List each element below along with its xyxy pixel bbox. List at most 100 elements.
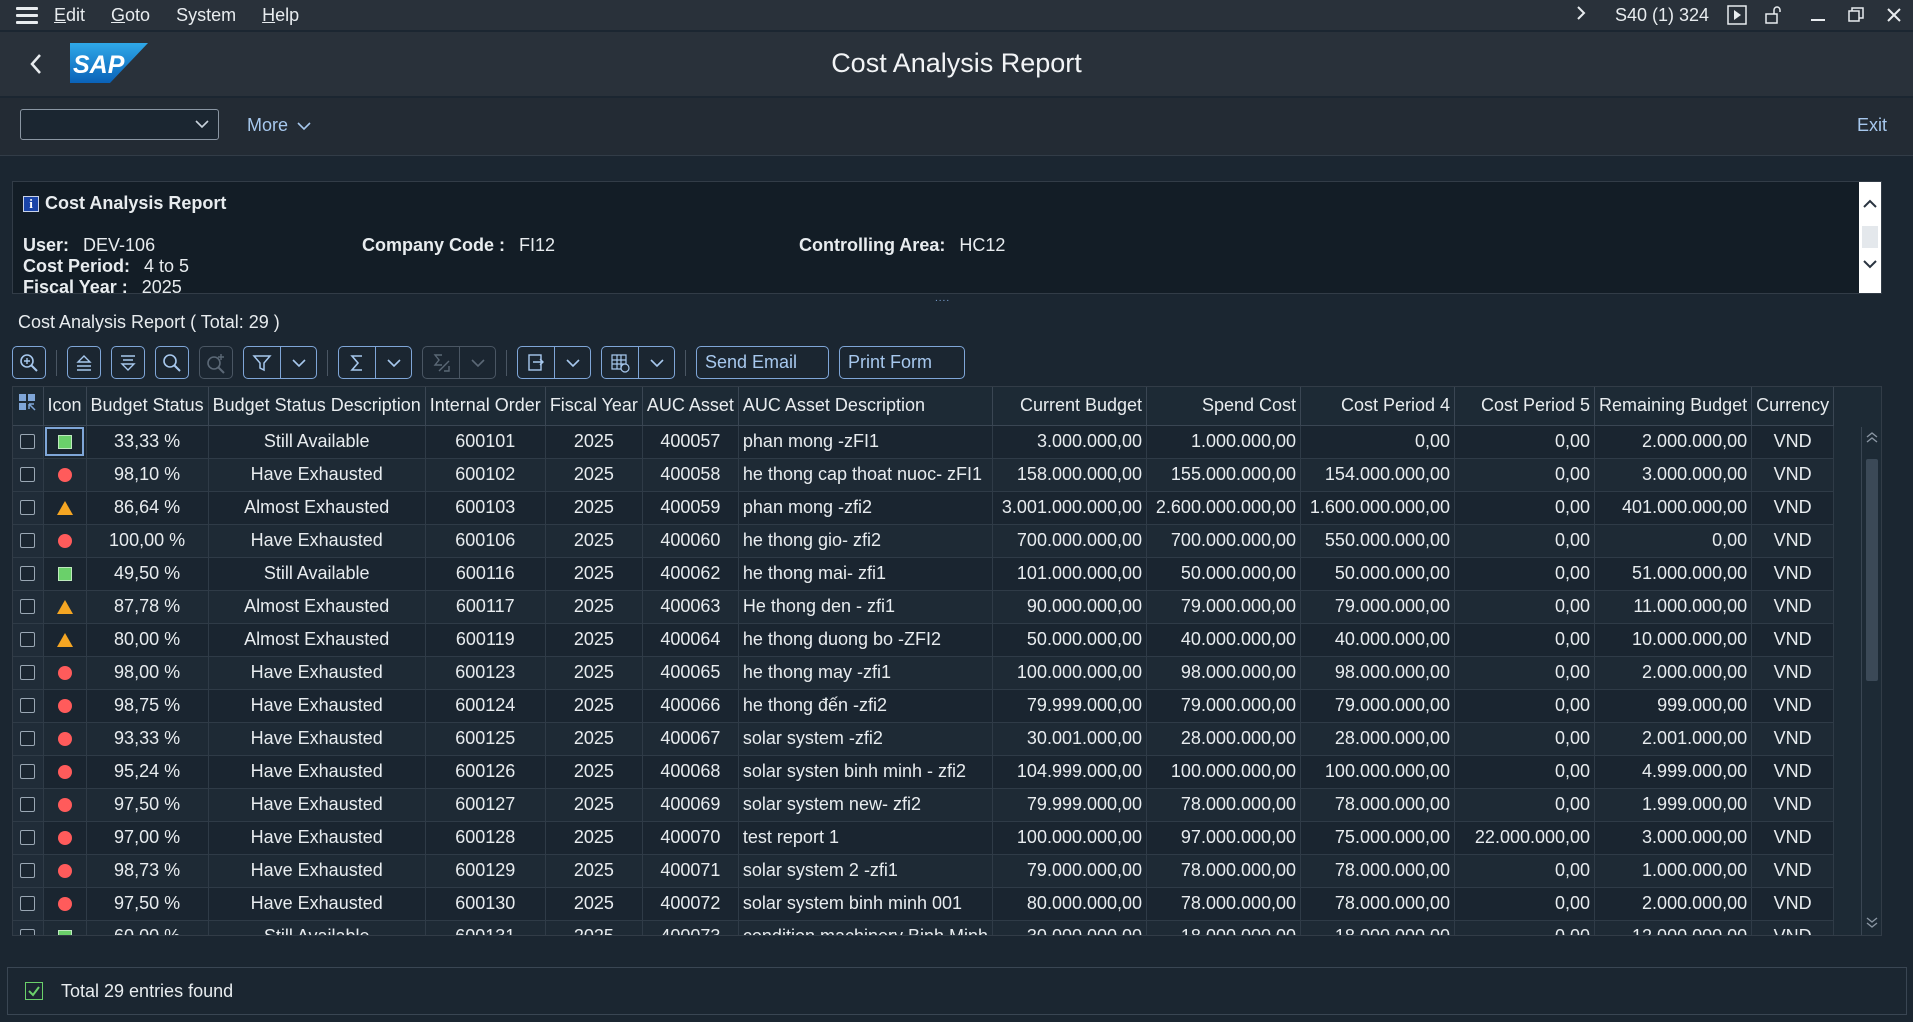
play-icon[interactable]	[1727, 5, 1747, 25]
cost-period-5-cell[interactable]: 0,00	[1454, 557, 1596, 591]
icon-cell[interactable]	[43, 458, 87, 492]
currency-cell[interactable]: VND	[1751, 491, 1835, 525]
cost-period-4-cell[interactable]: 0,00	[1300, 425, 1456, 459]
row-checkbox[interactable]	[20, 797, 36, 812]
spend-cost-cell[interactable]: 98.000.000,00	[1146, 656, 1302, 690]
row-checkbox[interactable]	[20, 929, 36, 935]
row-select-cell[interactable]	[13, 425, 44, 459]
cost-period-4-cell[interactable]: 28.000.000,00	[1300, 722, 1456, 756]
remaining-budget-cell[interactable]: 12.000.000,00	[1594, 920, 1753, 935]
row-checkbox[interactable]	[20, 896, 36, 911]
asset-description-cell[interactable]: phan mong -zfi2	[738, 491, 994, 525]
internal-order-cell[interactable]: 600116	[425, 557, 546, 591]
remaining-budget-cell[interactable]: 51.000.000,00	[1594, 557, 1753, 591]
layout-button[interactable]	[601, 346, 675, 379]
icon-cell[interactable]	[43, 854, 87, 888]
menu-system[interactable]: System	[176, 5, 236, 26]
sort-ascending-button[interactable]	[67, 346, 101, 379]
col-header-internal-order[interactable]: Internal Order	[425, 387, 546, 426]
row-checkbox[interactable]	[20, 599, 36, 614]
current-budget-cell[interactable]: 30.000.000,00	[992, 920, 1148, 935]
table-row[interactable]: 60,00 % Still Available 600131 2025 400073 co…	[13, 920, 1835, 935]
auc-asset-cell[interactable]: 400072	[642, 887, 739, 921]
chevron-down-icon[interactable]	[554, 347, 590, 378]
remaining-budget-cell[interactable]: 0,00	[1594, 524, 1753, 558]
budget-status-cell[interactable]: 49,50 %	[86, 557, 209, 591]
row-checkbox[interactable]	[20, 632, 36, 647]
auc-asset-cell[interactable]: 400063	[642, 590, 739, 624]
internal-order-cell[interactable]: 600129	[425, 854, 546, 888]
budget-status-cell[interactable]: 33,33 %	[86, 425, 209, 459]
spend-cost-cell[interactable]: 28.000.000,00	[1146, 722, 1302, 756]
find-button[interactable]	[155, 346, 189, 379]
spend-cost-cell[interactable]: 78.000.000,00	[1146, 887, 1302, 921]
row-select-cell[interactable]	[13, 491, 44, 525]
menu-help[interactable]: Help	[262, 5, 299, 26]
current-budget-cell[interactable]: 104.999.000,00	[992, 755, 1148, 789]
row-checkbox[interactable]	[20, 500, 36, 515]
find-next-button[interactable]	[199, 346, 233, 379]
row-select-cell[interactable]	[13, 623, 44, 657]
table-row[interactable]: 98,73 % Have Exhausted 600129 2025 400071 sol…	[13, 854, 1835, 888]
icon-cell[interactable]	[43, 821, 87, 855]
current-budget-cell[interactable]: 700.000.000,00	[992, 524, 1148, 558]
row-select-cell[interactable]	[13, 722, 44, 756]
cost-period-4-cell[interactable]: 75.000.000,00	[1300, 821, 1456, 855]
currency-cell[interactable]: VND	[1751, 887, 1835, 921]
asset-description-cell[interactable]: he thong duong bo -ZFI2	[738, 623, 994, 657]
currency-cell[interactable]: VND	[1751, 755, 1835, 789]
cost-period-5-cell[interactable]: 0,00	[1454, 590, 1596, 624]
current-budget-cell[interactable]: 30.001.000,00	[992, 722, 1148, 756]
budget-status-cell[interactable]: 97,00 %	[86, 821, 209, 855]
internal-order-cell[interactable]: 600130	[425, 887, 546, 921]
asset-description-cell[interactable]: solar system 2 -zfi1	[738, 854, 994, 888]
cost-period-5-cell[interactable]: 0,00	[1454, 689, 1596, 723]
internal-order-cell[interactable]: 600125	[425, 722, 546, 756]
cost-period-5-cell[interactable]: 0,00	[1454, 623, 1596, 657]
table-row[interactable]: 95,24 % Have Exhausted 600126 2025 400068 sol…	[13, 755, 1835, 789]
status-description-cell[interactable]: Have Exhausted	[208, 656, 426, 690]
spend-cost-cell[interactable]: 700.000.000,00	[1146, 524, 1302, 558]
currency-cell[interactable]: VND	[1751, 458, 1835, 492]
auc-asset-cell[interactable]: 400059	[642, 491, 739, 525]
current-budget-cell[interactable]: 158.000.000,00	[992, 458, 1148, 492]
chevron-down-icon[interactable]	[638, 347, 674, 378]
spend-cost-cell[interactable]: 78.000.000,00	[1146, 788, 1302, 822]
icon-cell[interactable]	[43, 623, 87, 657]
row-checkbox[interactable]	[20, 665, 36, 680]
sum-icon[interactable]	[339, 347, 375, 378]
fiscal-year-cell[interactable]: 2025	[545, 755, 643, 789]
current-budget-cell[interactable]: 50.000.000,00	[992, 623, 1148, 657]
col-header-remaining-budget[interactable]: Remaining Budget	[1594, 387, 1753, 426]
chevron-down-icon[interactable]	[375, 347, 411, 378]
col-header-current-budget[interactable]: Current Budget	[992, 387, 1148, 426]
internal-order-cell[interactable]: 600128	[425, 821, 546, 855]
splitter-handle[interactable]: ....	[935, 294, 953, 304]
fiscal-year-cell[interactable]: 2025	[545, 656, 643, 690]
budget-status-cell[interactable]: 97,50 %	[86, 788, 209, 822]
current-budget-cell[interactable]: 90.000.000,00	[992, 590, 1148, 624]
current-budget-cell[interactable]: 100.000.000,00	[992, 656, 1148, 690]
remaining-budget-cell[interactable]: 2.000.000,00	[1594, 656, 1753, 690]
spend-cost-cell[interactable]: 79.000.000,00	[1146, 590, 1302, 624]
current-budget-cell[interactable]: 101.000.000,00	[992, 557, 1148, 591]
auc-asset-cell[interactable]: 400057	[642, 425, 739, 459]
auc-asset-cell[interactable]: 400058	[642, 458, 739, 492]
remaining-budget-cell[interactable]: 1.000.000,00	[1594, 854, 1753, 888]
cost-period-4-cell[interactable]: 154.000.000,00	[1300, 458, 1456, 492]
budget-status-cell[interactable]: 80,00 %	[86, 623, 209, 657]
col-header-budget-status[interactable]: Budget Status	[86, 387, 209, 426]
internal-order-cell[interactable]: 600123	[425, 656, 546, 690]
cost-period-4-cell[interactable]: 98.000.000,00	[1300, 656, 1456, 690]
budget-status-cell[interactable]: 95,24 %	[86, 755, 209, 789]
row-checkbox[interactable]	[20, 863, 36, 878]
auc-asset-cell[interactable]: 400071	[642, 854, 739, 888]
col-header-cost-period-5[interactable]: Cost Period 5	[1454, 387, 1596, 426]
cost-period-5-cell[interactable]: 0,00	[1454, 524, 1596, 558]
header-scrollbar[interactable]	[1859, 182, 1881, 293]
cost-period-5-cell[interactable]: 0,00	[1454, 788, 1596, 822]
fiscal-year-cell[interactable]: 2025	[545, 491, 643, 525]
spend-cost-cell[interactable]: 50.000.000,00	[1146, 557, 1302, 591]
row-select-cell[interactable]	[13, 557, 44, 591]
internal-order-cell[interactable]: 600117	[425, 590, 546, 624]
